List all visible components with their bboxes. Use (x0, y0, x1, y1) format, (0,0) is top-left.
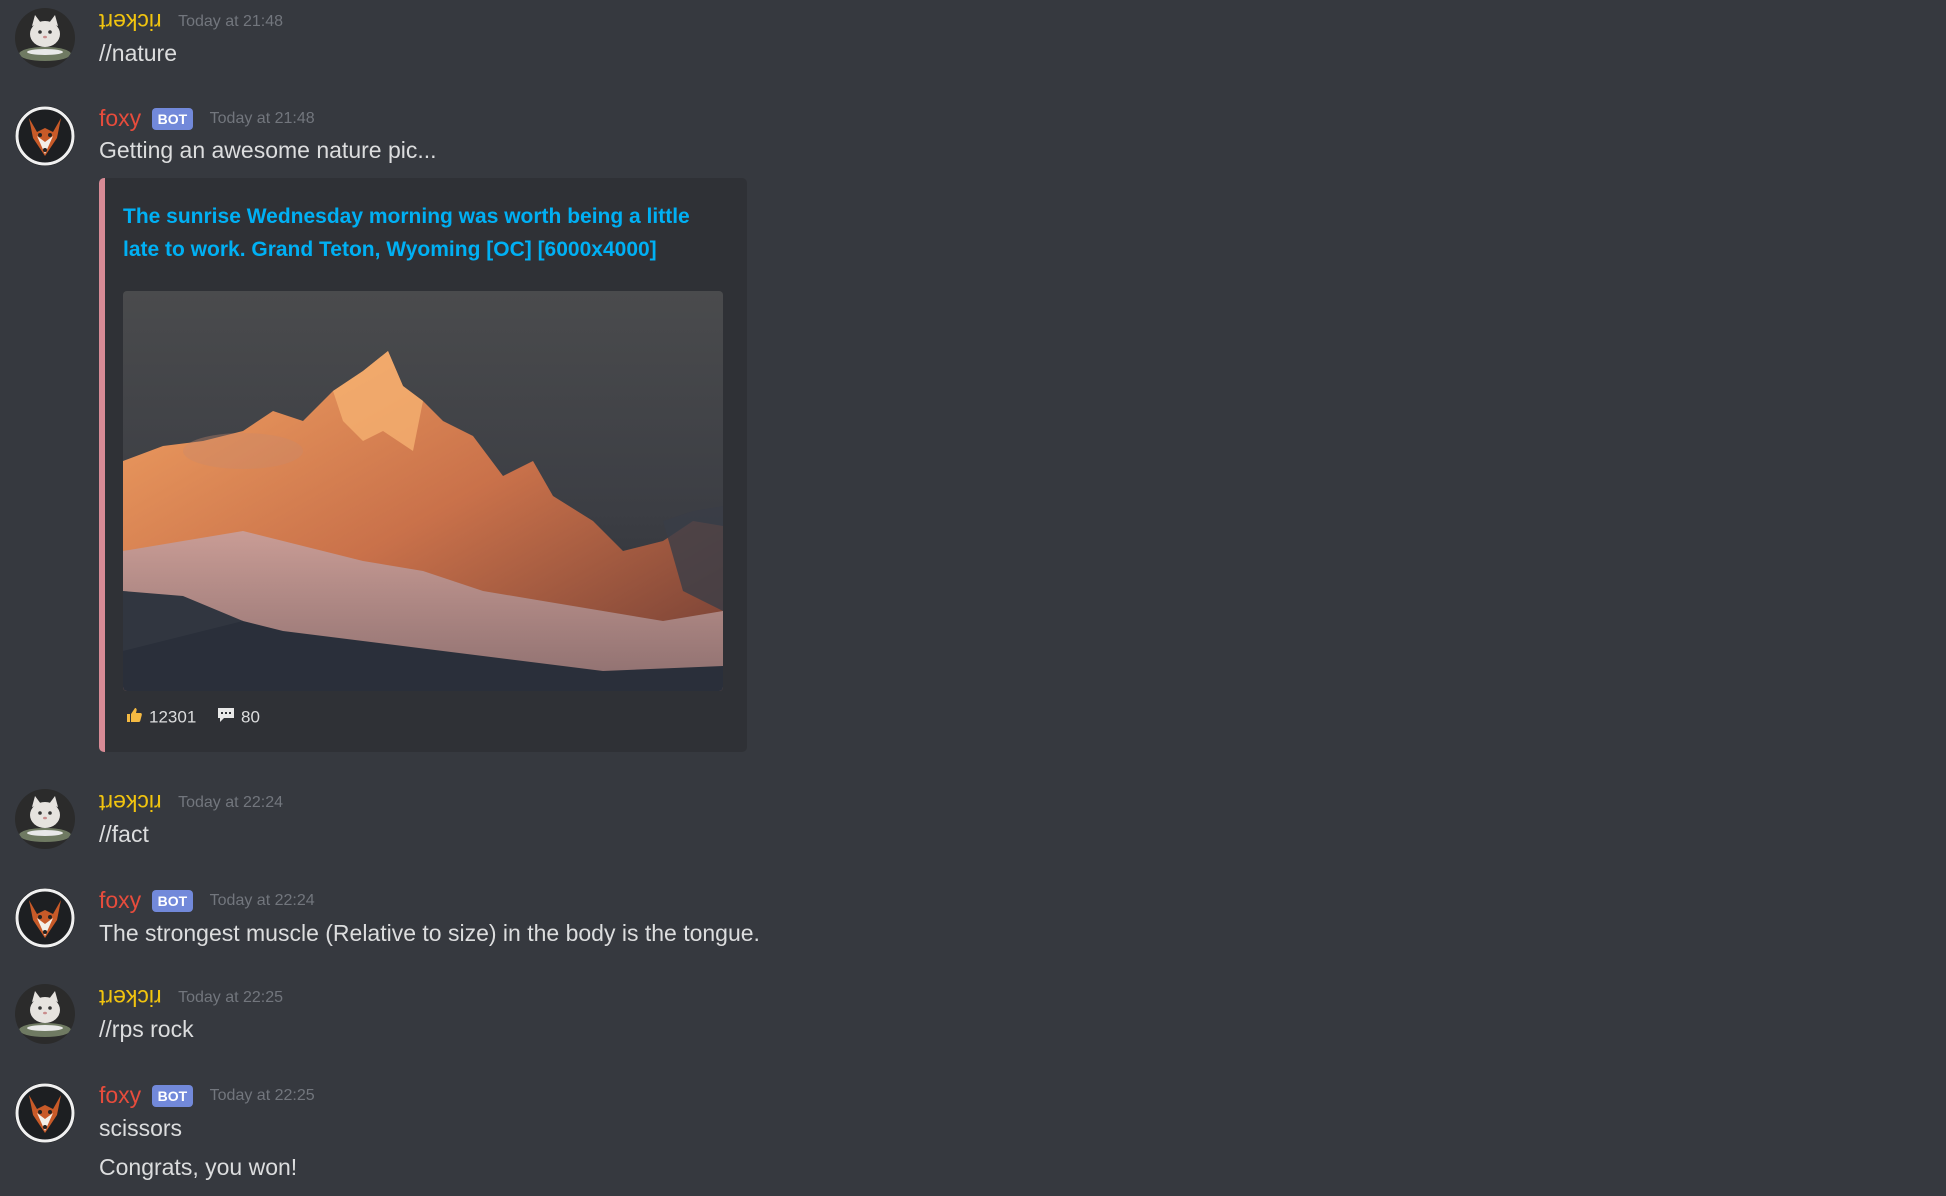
username[interactable]: rickert (99, 8, 162, 35)
timestamp: Today at 22:24 (178, 793, 284, 811)
thumbs-up-icon (125, 706, 143, 729)
timestamp: Today at 21:48 (209, 109, 315, 127)
embed-card: The sunrise Wednesday morning was worth … (99, 178, 747, 752)
message-header: rickert Today at 22:25 (99, 984, 283, 1011)
bot-badge: BOT (151, 107, 194, 130)
username[interactable]: foxy (99, 1082, 141, 1108)
fox-avatar-image (15, 106, 75, 166)
mountain-photo (123, 291, 723, 691)
avatar-cat[interactable] (15, 789, 75, 849)
message-header: foxy BOT Today at 22:25 (99, 1082, 315, 1109)
timestamp: Today at 21:48 (178, 12, 284, 30)
message-header: foxy BOT Today at 21:48 (99, 105, 315, 132)
message-header: rickert Today at 21:48 (99, 8, 283, 35)
message-header: rickert Today at 22:24 (99, 789, 283, 816)
fox-avatar-image (15, 1083, 75, 1143)
comment-count: 80 (241, 707, 260, 727)
timestamp: Today at 22:24 (209, 891, 315, 909)
bot-badge: BOT (151, 889, 194, 912)
cat-avatar-image (15, 984, 75, 1044)
embed-image[interactable] (123, 291, 723, 691)
avatar-fox[interactable] (15, 1083, 75, 1143)
message-text: scissors (99, 1115, 183, 1141)
message-text: Getting an awesome nature pic... (99, 137, 437, 163)
cat-avatar-image (15, 8, 75, 68)
timestamp: Today at 22:25 (209, 1086, 315, 1104)
username[interactable]: foxy (99, 105, 141, 131)
username[interactable]: rickert (99, 984, 162, 1011)
cat-avatar-image (15, 789, 75, 849)
avatar-cat[interactable] (15, 8, 75, 68)
message-header: foxy BOT Today at 22:24 (99, 887, 315, 914)
message-text: //nature (99, 40, 177, 66)
message-text: The strongest muscle (Relative to size) … (99, 920, 760, 946)
embed-footer: 12301 80 (125, 706, 260, 729)
timestamp: Today at 22:25 (178, 988, 284, 1006)
speech-bubble-icon (217, 707, 235, 728)
like-count: 12301 (149, 707, 197, 727)
avatar-fox[interactable] (15, 106, 75, 166)
message-text: //fact (99, 821, 149, 847)
avatar-cat[interactable] (15, 984, 75, 1044)
message-text: //rps rock (99, 1016, 194, 1042)
bot-badge: BOT (151, 1084, 194, 1107)
username[interactable]: foxy (99, 887, 141, 913)
username[interactable]: rickert (99, 789, 162, 816)
fox-avatar-image (15, 888, 75, 948)
avatar-fox[interactable] (15, 888, 75, 948)
embed-title-link[interactable]: The sunrise Wednesday morning was worth … (123, 200, 723, 266)
message-text: Congrats, you won! (99, 1154, 298, 1180)
